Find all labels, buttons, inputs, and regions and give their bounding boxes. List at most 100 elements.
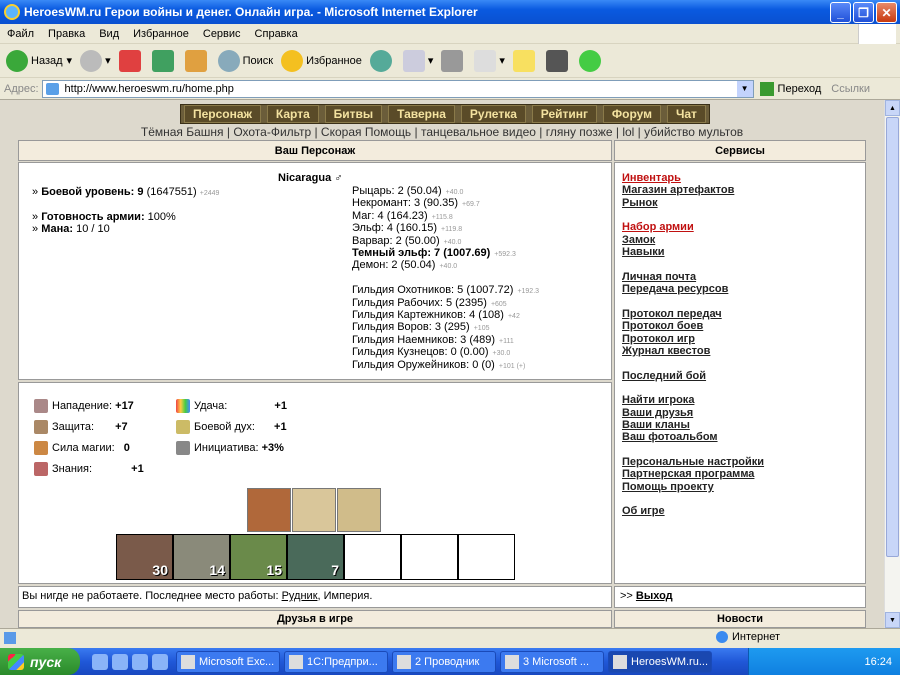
army-slot[interactable] <box>458 534 515 580</box>
print-button[interactable] <box>441 49 466 72</box>
service-link[interactable]: Персональные настройки <box>622 456 764 468</box>
nav-map[interactable]: Карта <box>266 105 319 123</box>
service-link[interactable]: Ваши кланы <box>622 419 690 431</box>
service-link[interactable]: Замок <box>622 234 655 246</box>
history-icon <box>369 49 392 72</box>
army-slot[interactable]: 7 <box>287 534 344 580</box>
army-slot[interactable]: 15 <box>230 534 287 580</box>
service-link[interactable]: Помощь проекту <box>622 481 714 493</box>
app-quicklaunch-icon[interactable] <box>152 653 168 670</box>
guild-row: Гильдия Наемников: 3 (489) +111 <box>352 333 514 346</box>
nav-forum[interactable]: Форум <box>602 105 662 123</box>
forward-button[interactable]: ▾ <box>80 49 111 72</box>
service-link[interactable]: Протокол передач <box>622 308 722 320</box>
task-excel[interactable]: Microsoft Exc... <box>176 650 280 673</box>
ie-quicklaunch-icon[interactable] <box>92 653 108 670</box>
service-link[interactable]: Навыки <box>622 246 665 258</box>
scroll-up-icon[interactable]: ▲ <box>885 100 900 116</box>
exit-link[interactable]: Выход <box>636 590 673 602</box>
favorites-button[interactable]: Избранное <box>281 49 362 72</box>
service-link[interactable]: Рынок <box>622 197 658 209</box>
hero-name[interactable]: Nicaragua ♂ <box>278 172 343 184</box>
service-link[interactable]: Передача ресурсов <box>622 283 728 295</box>
go-button[interactable]: Переход <box>759 81 821 96</box>
address-input[interactable]: http://www.heroeswm.ru/home.php ▼ <box>41 79 754 98</box>
nav-battles[interactable]: Битвы <box>324 105 383 123</box>
address-dropdown-icon[interactable]: ▼ <box>736 80 753 97</box>
scroll-thumb[interactable] <box>886 117 899 557</box>
service-link[interactable]: Личная почта <box>622 271 696 283</box>
nav-chat[interactable]: Чат <box>666 105 706 123</box>
mail-button[interactable]: ▾ <box>402 49 433 72</box>
nav-rating[interactable]: Рейтинг <box>531 105 598 123</box>
search-button[interactable]: Поиск <box>217 49 273 72</box>
service-link[interactable]: Набор армии <box>622 221 694 233</box>
friends-panel-header: Друзья в игре <box>18 610 612 628</box>
k-button[interactable] <box>545 49 571 72</box>
guild-row: Темный эльф: 7 (1007.69) +592.3 <box>352 247 516 259</box>
quick-links[interactable]: Тёмная Башня | Охота-Фильтр | Скорая Пом… <box>0 125 884 139</box>
menu-favorites[interactable]: Избранное <box>126 28 196 40</box>
nav-tavern[interactable]: Таверна <box>388 105 455 123</box>
menu-edit[interactable]: Правка <box>41 28 92 40</box>
army-readiness: » Готовность армии: 100% <box>32 211 176 223</box>
shield-slot[interactable] <box>337 488 381 532</box>
menu-file[interactable]: Файл <box>0 28 41 40</box>
army-slot[interactable] <box>344 534 401 580</box>
nav-roulette[interactable]: Рулетка <box>460 105 526 123</box>
army-slot[interactable] <box>401 534 458 580</box>
windows-flag-icon <box>8 653 24 670</box>
last-work-link[interactable]: Рудник <box>282 590 318 602</box>
edit-button[interactable]: ▾ <box>474 49 505 72</box>
back-arrow-icon <box>6 49 28 72</box>
service-link[interactable]: Партнерская программа <box>622 468 754 480</box>
nav-character[interactable]: Персонаж <box>183 105 261 123</box>
service-link[interactable]: Ваши друзья <box>622 407 693 419</box>
stop-button[interactable] <box>118 49 144 72</box>
menu-help[interactable]: Справка <box>248 28 305 40</box>
task-ie[interactable]: HeroesWM.ru... <box>608 650 712 673</box>
refresh-button[interactable] <box>151 49 177 72</box>
service-link[interactable]: Протокол игр <box>622 333 695 345</box>
service-link[interactable]: Протокол боев <box>622 320 703 332</box>
scroll-down-icon[interactable]: ▼ <box>885 612 900 628</box>
service-link[interactable]: Найти игрока <box>622 394 694 406</box>
guild-row: Гильдия Рабочих: 5 (2395) +605 <box>352 296 507 309</box>
service-link[interactable]: Инвентарь <box>622 172 681 184</box>
toolbar: Назад ▾ ▾ Поиск Избранное ▾ ▾ <box>0 44 900 78</box>
work-status: Вы нигде не работаете. Последнее место р… <box>22 590 373 602</box>
opera-quicklaunch-icon[interactable] <box>112 653 128 670</box>
notes-button[interactable] <box>512 49 538 72</box>
service-link[interactable]: Об игре <box>622 505 665 517</box>
back-button[interactable]: Назад ▾ <box>6 49 72 72</box>
service-link[interactable]: Ваш фотоальбом <box>622 431 718 443</box>
wand-icon <box>34 441 48 455</box>
weapon-slot[interactable] <box>292 488 336 532</box>
close-button[interactable]: ✕ <box>876 2 897 23</box>
service-link[interactable]: Магазин артефактов <box>622 184 734 196</box>
morale-stat: Боевой дух: +1 <box>176 420 287 434</box>
guild-row: Эльф: 4 (160.15) +119.8 <box>352 222 463 235</box>
army-slot[interactable]: 30 <box>116 534 173 580</box>
menu-tools[interactable]: Сервис <box>196 28 248 40</box>
maximize-button[interactable]: ❐ <box>853 2 874 23</box>
army-slot[interactable]: 14 <box>173 534 230 580</box>
service-link[interactable]: Последний бой <box>622 370 706 382</box>
service-link[interactable]: Журнал квестов <box>622 345 710 357</box>
army-count: 30 <box>152 562 168 578</box>
start-button[interactable]: пуск <box>0 648 80 675</box>
home-button[interactable] <box>184 49 210 72</box>
links-label[interactable]: Ссылки <box>831 83 870 95</box>
icq-button[interactable] <box>578 49 604 72</box>
history-button[interactable] <box>369 49 395 72</box>
vertical-scrollbar[interactable]: ▲ ▼ <box>884 100 900 628</box>
address-label: Адрес: <box>4 82 39 95</box>
media-quicklaunch-icon[interactable] <box>132 653 148 670</box>
globe-icon <box>716 631 728 644</box>
menu-view[interactable]: Вид <box>92 28 126 40</box>
minimize-button[interactable]: _ <box>830 2 851 23</box>
task-explorer[interactable]: 2 Проводник <box>392 650 496 673</box>
task-1c[interactable]: 1С:Предпри... <box>284 650 388 673</box>
task-word[interactable]: 3 Microsoft ... <box>500 650 604 673</box>
armor-slot[interactable] <box>247 488 291 532</box>
